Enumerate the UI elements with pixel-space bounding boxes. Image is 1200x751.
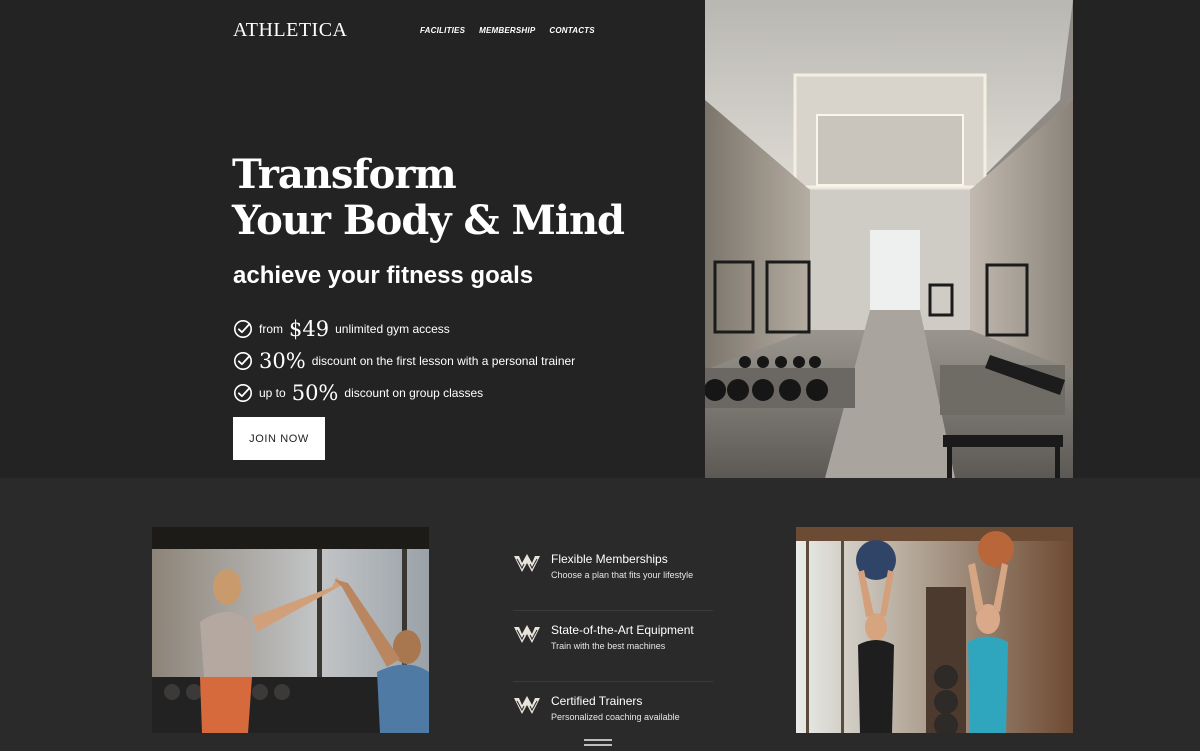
main-nav: FACILITIES MEMBERSHIP CONTACTS	[420, 26, 595, 35]
offer-item: up to 50% discount on group classes	[233, 377, 575, 409]
feature-desc: Choose a plan that fits your lifestyle	[551, 570, 694, 580]
feature-title: Certified Trainers	[551, 694, 643, 708]
offer-post: discount on group classes	[344, 386, 484, 400]
hero-headline: Transform Your Body & Mind	[232, 151, 625, 244]
headline-line-2: Your Body & Mind	[232, 197, 625, 244]
check-circle-icon	[234, 320, 252, 338]
feature-list: Flexible Memberships Choose a plan that …	[513, 540, 713, 751]
offer-pre: from	[259, 322, 283, 336]
feature-desc: Train with the best machines	[551, 641, 666, 651]
scroll-handle[interactable]	[584, 739, 612, 749]
women-medicine-ball-photo	[796, 527, 1073, 733]
gym-interior-photo	[705, 0, 1073, 478]
nav-membership[interactable]: MEMBERSHIP	[479, 26, 535, 35]
feature-title: State-of-the-Art Equipment	[551, 623, 694, 637]
offer-pre: up to	[259, 386, 286, 400]
offer-value: 30%	[259, 349, 306, 373]
check-circle-icon	[234, 384, 252, 402]
offer-item: 30% discount on the first lesson with a …	[233, 345, 575, 377]
feature-item: State-of-the-Art Equipment Train with th…	[513, 611, 713, 682]
offer-value: $49	[289, 317, 330, 341]
feature-item: Flexible Memberships Choose a plan that …	[513, 540, 713, 611]
offer-post: discount on the first lesson with a pers…	[311, 354, 576, 368]
check-circle-icon	[234, 352, 252, 370]
offer-list: from $49 unlimited gym access 30% discou…	[233, 313, 575, 409]
offer-item: from $49 unlimited gym access	[233, 313, 575, 345]
feature-item: Certified Trainers Personalized coaching…	[513, 682, 713, 751]
feature-desc: Personalized coaching available	[551, 712, 680, 722]
athletica-emblem-icon	[514, 554, 540, 572]
site-logo[interactable]: ATHLETICA	[233, 19, 347, 42]
athletica-emblem-icon	[514, 625, 540, 643]
trainer-high-five-photo	[152, 527, 429, 733]
athletica-emblem-icon	[514, 696, 540, 714]
feature-title: Flexible Memberships	[551, 552, 668, 566]
nav-contacts[interactable]: CONTACTS	[549, 26, 594, 35]
offer-value: 50%	[291, 381, 339, 405]
headline-line-1: Transform	[232, 151, 457, 198]
join-now-button[interactable]: JOIN NOW	[233, 417, 325, 460]
hero-subheadline: achieve your fitness goals	[233, 262, 534, 289]
nav-facilities[interactable]: FACILITIES	[420, 26, 465, 35]
hero-section: ATHLETICA FACILITIES MEMBERSHIP CONTACTS…	[0, 0, 1200, 478]
offer-post: unlimited gym access	[335, 322, 450, 336]
